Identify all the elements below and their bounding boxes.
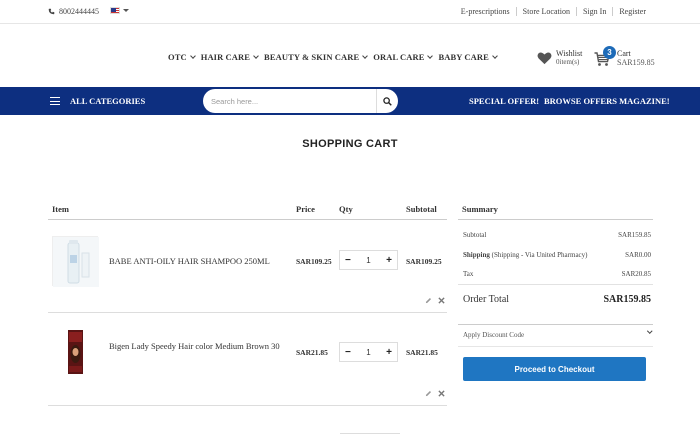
search-icon [383, 96, 392, 106]
special-offer-link[interactable]: SPECIAL OFFER! [469, 96, 539, 106]
summary-tax-row: Tax SAR20.85 [463, 270, 651, 278]
column-header-item: Item [52, 204, 69, 214]
summary-subtotal-row: Subtotal SAR159.85 [463, 231, 651, 239]
discount-label: Apply Discount Code [463, 331, 525, 339]
product-image[interactable] [67, 330, 84, 374]
us-flag-icon [110, 7, 120, 14]
summary-shipping-row: Shipping (Shipping - Via United Pharmacy… [463, 251, 651, 259]
phone-number: 8002444445 [59, 7, 99, 16]
qty-value[interactable]: 1 [366, 348, 370, 357]
search-button[interactable] [376, 89, 398, 113]
summary-divider [458, 219, 653, 220]
subtotal-value: SAR159.85 [618, 231, 651, 239]
top-links: E-prescriptions Store Location Sign In R… [455, 7, 652, 16]
phone-contact[interactable]: 8002444445 [48, 7, 99, 16]
summary-divider [458, 284, 653, 285]
shipping-method: (Shipping - Via United Pharmacy) [491, 251, 588, 259]
top-bar: 8002444445 E-prescriptions Store Locatio… [0, 0, 700, 24]
language-selector[interactable] [110, 7, 129, 14]
content-divider [340, 433, 400, 434]
row-divider [48, 312, 447, 313]
shampoo-bottle-image [53, 237, 99, 287]
order-total-row: Order Total SAR159.85 [463, 294, 651, 305]
nav-baby-care[interactable]: BABY CARE [438, 52, 498, 62]
row-actions [425, 390, 445, 397]
close-icon[interactable] [438, 390, 445, 397]
summary-divider [458, 324, 653, 325]
product-name[interactable]: Bigen Lady Speedy Hair color Medium Brow… [109, 341, 289, 352]
nav-oral-care[interactable]: ORAL CARE [373, 52, 434, 62]
increase-qty-button[interactable]: + [386, 255, 392, 266]
order-total-value: SAR159.85 [603, 294, 651, 305]
nav-otc[interactable]: OTC [168, 52, 196, 62]
page-title: SHOPPING CART [302, 138, 398, 150]
quantity-stepper: − 1 + [339, 250, 398, 270]
chevron-down-icon [189, 52, 196, 59]
tax-value: SAR20.85 [621, 270, 651, 278]
chevron-down-icon [427, 52, 434, 59]
apply-discount-toggle[interactable]: Apply Discount Code [463, 328, 652, 339]
cart-count-badge: 3 [603, 46, 616, 59]
proceed-to-checkout-button[interactable]: Proceed to Checkout [463, 357, 646, 381]
link-register[interactable]: Register [612, 7, 652, 16]
pencil-icon[interactable] [425, 390, 432, 397]
order-total-label: Order Total [463, 294, 510, 305]
nav-label: BABY CARE [438, 52, 489, 62]
product-price: SAR21.85 [296, 348, 328, 357]
link-store-location[interactable]: Store Location [515, 7, 576, 16]
summary-divider [458, 346, 653, 347]
wishlist-count: 0item(s) [556, 58, 580, 66]
pencil-icon[interactable] [425, 297, 432, 304]
cart-link[interactable]: 3 Cart SAR159.85 [594, 46, 655, 67]
qty-value[interactable]: 1 [366, 256, 370, 265]
column-header-price: Price [296, 204, 315, 214]
quantity-stepper: − 1 + [339, 342, 398, 362]
heart-icon [537, 52, 552, 65]
hair-color-box-image [68, 330, 83, 374]
hamburger-menu-icon[interactable] [50, 97, 60, 105]
column-header-qty: Qty [339, 204, 353, 214]
all-categories-button[interactable]: ALL CATEGORIES [70, 96, 145, 106]
table-header-divider [48, 219, 447, 220]
chevron-down-icon [646, 328, 652, 334]
main-nav: OTC HAIR CARE BEAUTY & SKIN CARE ORAL CA… [168, 52, 498, 62]
decrease-qty-button[interactable]: − [345, 255, 351, 266]
search-input[interactable] [211, 94, 371, 108]
wishlist-label: Wishlist [556, 49, 583, 58]
product-image[interactable] [52, 236, 99, 287]
cart-label: Cart [617, 49, 631, 58]
tax-label: Tax [463, 270, 474, 278]
column-header-subtotal: Subtotal [406, 204, 437, 214]
phone-icon [48, 8, 55, 15]
nav-label: BEAUTY & SKIN CARE [264, 52, 360, 62]
chevron-down-icon [492, 52, 498, 59]
row-divider [48, 405, 447, 406]
wishlist-link[interactable]: Wishlist 0item(s) [537, 49, 582, 67]
nav-beauty-skin-care[interactable]: BEAUTY & SKIN CARE [264, 52, 369, 62]
link-e-prescriptions[interactable]: E-prescriptions [455, 7, 516, 16]
row-subtotal: SAR109.25 [406, 257, 442, 266]
product-price: SAR109.25 [296, 257, 332, 266]
product-name[interactable]: BABE ANTI-OILY HAIR SHAMPOO 250ML [109, 256, 289, 267]
row-actions [425, 297, 445, 304]
nav-hair-care[interactable]: HAIR CARE [200, 52, 259, 62]
subtotal-label: Subtotal [463, 231, 487, 239]
nav-label: HAIR CARE [200, 52, 251, 62]
nav-label: ORAL CARE [373, 52, 425, 62]
chevron-down-icon [253, 52, 259, 59]
chevron-down-icon [362, 52, 369, 59]
close-icon[interactable] [438, 297, 445, 304]
cart-amount: SAR159.85 [617, 58, 655, 67]
search-box [203, 89, 398, 113]
shipping-label: Shipping [463, 251, 490, 259]
increase-qty-button[interactable]: + [386, 347, 392, 358]
summary-title: Summary [462, 204, 498, 214]
decrease-qty-button[interactable]: − [345, 347, 351, 358]
browse-offers-link[interactable]: BROWSE OFFERS MAGAZINE! [544, 96, 670, 106]
row-subtotal: SAR21.85 [406, 348, 438, 357]
link-sign-in[interactable]: Sign In [575, 7, 612, 16]
shipping-value: SAR0.00 [625, 251, 651, 259]
nav-label: OTC [168, 52, 187, 62]
caret-down-icon [123, 9, 129, 12]
